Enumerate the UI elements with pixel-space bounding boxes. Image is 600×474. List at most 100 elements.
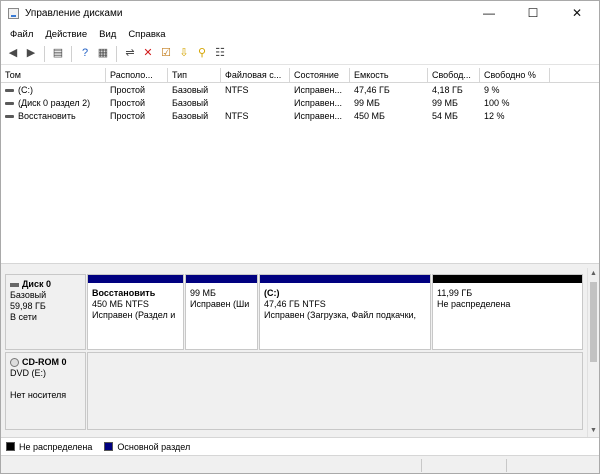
help-icon[interactable]: ? xyxy=(77,46,93,62)
table-cell: 47,46 ГБ xyxy=(354,85,390,95)
legend-label: Не распределена xyxy=(19,441,93,452)
column-header[interactable]: Свободно % xyxy=(480,68,550,83)
minimize-button[interactable]: — xyxy=(467,1,511,25)
disk-management-window: Управление дисками — ☐ ✕ Файл Действие В… xyxy=(0,0,600,474)
table-cell: Базовый xyxy=(172,111,209,121)
disk-row-cdrom-0: CD-ROM 0 DVD (E:) Нет носителя xyxy=(1,352,587,430)
table-cell-volume: (Диск 0 раздел 2) xyxy=(1,97,106,110)
scroll-thumb[interactable] xyxy=(590,282,597,362)
settings-list-icon[interactable]: ☷ xyxy=(212,46,228,62)
status-divider xyxy=(421,459,422,472)
menu-help[interactable]: Справка xyxy=(122,29,171,40)
partition-unallocated[interactable]: 11,99 ГБ Не распределена xyxy=(432,274,583,350)
partition-size: 450 МБ NTFS xyxy=(92,299,149,309)
table-row[interactable]: Восстановить Простой Базовый NTFS Исправен..… xyxy=(1,110,599,123)
partition-bar xyxy=(88,275,183,283)
table-cell: 12 % xyxy=(484,111,505,121)
partition-bar xyxy=(433,275,582,283)
disk-0-label[interactable]: Диск 0 Базовый 59,98 ГБ В сети xyxy=(5,274,86,350)
legend-item-unallocated: Не распределена xyxy=(6,442,92,452)
menu-action[interactable]: Действие xyxy=(39,29,93,40)
table-row[interactable]: (Диск 0 раздел 2) Простой Базовый Исправен.… xyxy=(1,97,599,110)
disk-management-app-icon xyxy=(8,7,19,19)
toolbar-separator xyxy=(71,45,72,62)
delete-icon[interactable]: ✕ xyxy=(140,46,156,62)
legend-label: Основной раздел xyxy=(117,441,191,452)
column-header[interactable]: Свобод... xyxy=(428,68,480,83)
table-cell: Исправен... xyxy=(294,98,343,108)
forward-arrow-icon[interactable]: ▶ xyxy=(23,46,39,62)
close-button[interactable]: ✕ xyxy=(555,1,599,25)
properties-icon[interactable]: ▦ xyxy=(95,46,111,62)
disk-0-status: В сети xyxy=(10,312,37,322)
partition-bar xyxy=(186,275,257,283)
partition-size: 99 МБ xyxy=(190,288,216,298)
menu-file[interactable]: Файл xyxy=(4,29,39,40)
legend: Не распределена Основной раздел xyxy=(1,437,599,455)
table-cell: Исправен... xyxy=(294,85,343,95)
column-header[interactable]: Емкость xyxy=(350,68,428,83)
column-header[interactable]: Файловая с... xyxy=(221,68,290,83)
console-tree-icon[interactable]: ▤ xyxy=(50,46,66,62)
partition-disk0-part2[interactable]: 99 МБ Исправен (Ши xyxy=(185,274,258,350)
table-cell xyxy=(221,97,290,110)
table-cell: 9 % xyxy=(484,85,500,95)
scroll-down-arrow-icon[interactable]: ▼ xyxy=(588,425,599,437)
maximize-button[interactable]: ☐ xyxy=(511,1,555,25)
cdrom-0-empty-area xyxy=(87,352,583,430)
cdrom-0-spacer xyxy=(10,379,81,390)
scroll-up-arrow-icon[interactable]: ▲ xyxy=(588,268,599,280)
volume-icon xyxy=(5,102,14,106)
table-cell: Простой xyxy=(110,98,146,108)
table-cell: 100 % xyxy=(484,98,510,108)
table-cell: Исправен... xyxy=(294,111,343,121)
import-icon[interactable]: ⇩ xyxy=(176,46,192,62)
column-header[interactable]: Тип xyxy=(168,68,221,83)
connect-disk-icon[interactable]: ⇌ xyxy=(122,46,138,62)
window-controls: — ☐ ✕ xyxy=(467,1,599,25)
disk-0-size: 59,98 ГБ xyxy=(10,301,46,311)
column-header[interactable]: Располо... xyxy=(106,68,168,83)
partition-size: 11,99 ГБ xyxy=(437,288,473,298)
check-icon[interactable]: ☑ xyxy=(158,46,174,62)
partition-c[interactable]: (C:) 47,46 ГБ NTFS Исправен (Загрузка, Ф… xyxy=(259,274,431,350)
status-divider xyxy=(506,459,507,472)
disk-0-type: Базовый xyxy=(10,290,47,300)
table-cell: 99 МБ xyxy=(432,98,458,108)
partition-bar xyxy=(260,275,430,283)
table-cell: Простой xyxy=(110,111,146,121)
disk-row-disk-0: Диск 0 Базовый 59,98 ГБ В сети Восстанов… xyxy=(1,274,587,350)
table-row[interactable]: (C:) Простой Базовый NTFS Исправен... 47,46 Г… xyxy=(1,84,599,97)
legend-swatch xyxy=(6,442,15,451)
table-cell: NTFS xyxy=(225,111,249,121)
partition-name: Восстановить xyxy=(92,288,156,298)
table-cell: NTFS xyxy=(225,85,249,95)
search-icon[interactable]: ⚲ xyxy=(194,46,210,62)
cdrom-0-name: CD-ROM 0 xyxy=(22,357,67,367)
column-header[interactable]: Том xyxy=(1,68,106,83)
disk-icon xyxy=(10,282,19,287)
volume-name: (C:) xyxy=(18,85,33,95)
volume-icon xyxy=(5,115,14,119)
toolbar-separator xyxy=(44,45,45,62)
back-arrow-icon[interactable]: ◀ xyxy=(5,46,21,62)
table-cell: Базовый xyxy=(172,98,209,108)
volume-name: (Диск 0 раздел 2) xyxy=(18,98,91,108)
partition-name: (C:) xyxy=(264,288,280,298)
column-header[interactable]: Состояние xyxy=(290,68,350,83)
volume-icon xyxy=(5,89,14,93)
disk-map-scrollbar[interactable]: ▲ ▼ xyxy=(587,268,599,437)
table-cell-volume: (C:) xyxy=(1,84,106,97)
toolbar: ◀ ▶ ▤? ▦ ⇌ ✕ ☑ ⇩ ⚲ ☷ xyxy=(1,43,599,65)
status-bar xyxy=(1,455,599,473)
legend-item-primary: Основной раздел xyxy=(104,442,190,452)
table-cell: 450 МБ xyxy=(354,111,385,121)
title-bar: Управление дисками — ☐ ✕ xyxy=(1,1,599,25)
menu-view[interactable]: Вид xyxy=(93,29,122,40)
disk-0-name: Диск 0 xyxy=(22,279,51,289)
partition-status: Исправен (Раздел и xyxy=(92,310,176,320)
table-cell: 54 МБ xyxy=(432,111,458,121)
table-cell: Простой xyxy=(110,85,146,95)
partition-recovery[interactable]: Восстановить 450 МБ NTFS Исправен (Разде… xyxy=(87,274,184,350)
cdrom-0-label[interactable]: CD-ROM 0 DVD (E:) Нет носителя xyxy=(5,352,86,430)
